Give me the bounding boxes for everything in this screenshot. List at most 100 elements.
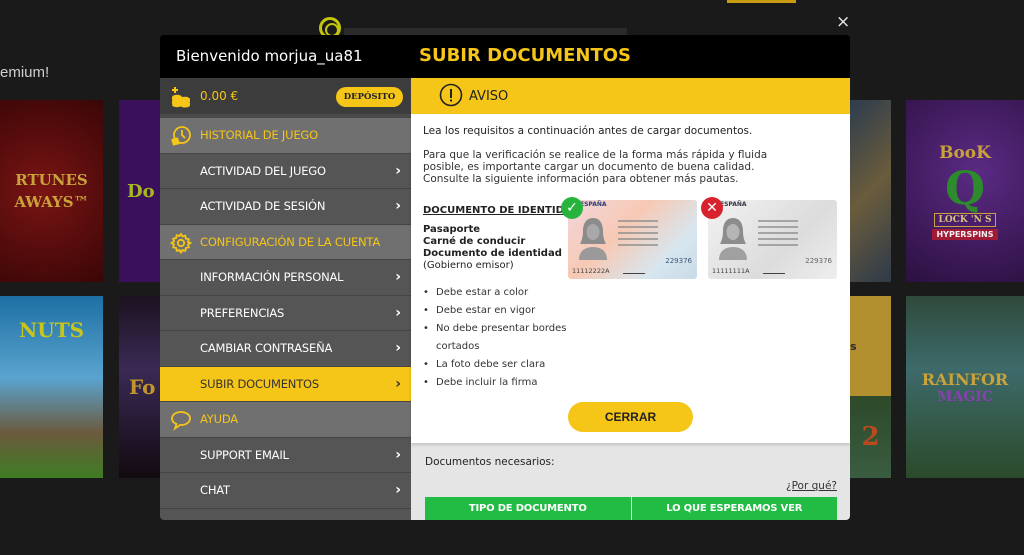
promo-text: emium! [0, 64, 50, 81]
required-docs-table-header: TIPO DE DOCUMENTO LO QUE ESPERAMOS VER [425, 497, 837, 520]
menu-item-chat[interactable]: CHAT › [160, 473, 411, 509]
promo-tile-text: s [850, 339, 857, 353]
close-notice-button[interactable]: CERRAR [568, 402, 693, 432]
menu-item-upload-documents[interactable]: SUBIR DOCUMENTOS › [160, 366, 411, 402]
exclamation-circle-icon [439, 83, 463, 107]
id-number: 11112222A [572, 267, 610, 275]
menu-label: INFORMACIÓN PERSONAL [200, 270, 344, 285]
chevron-right-icon: › [395, 482, 401, 499]
chevron-right-icon: › [395, 375, 401, 392]
modal-header: Bienvenido morjua_ua81 SUBIR DOCUMENTOS [160, 35, 850, 78]
gear-icon [170, 231, 192, 254]
balance-amount: 0.00 € [200, 89, 239, 103]
game-subtitle: MAGIC [936, 388, 993, 405]
menu-item-personal-info[interactable]: INFORMACIÓN PERSONAL › [160, 260, 411, 296]
game-title: BooK [939, 142, 991, 163]
promo-tile[interactable]: s [850, 296, 891, 396]
id-text-lines [618, 220, 658, 250]
menu-item-change-password[interactable]: CAMBIAR CONTRASEÑA › [160, 331, 411, 367]
notice-paragraph: Para que la verificación se realice de l… [423, 149, 768, 185]
chevron-right-icon: › [395, 162, 401, 179]
id-number: 11111111A [712, 267, 750, 275]
requirement-item: Debe estar en vigor [423, 302, 583, 320]
chevron-right-icon: › [395, 446, 401, 463]
close-icon[interactable]: × [836, 14, 850, 31]
clock-history-icon [171, 126, 191, 146]
game-title: Fo [129, 375, 156, 399]
chevron-right-icon: › [395, 269, 401, 286]
column-header-doc-type: TIPO DE DOCUMENTO [425, 497, 631, 520]
doc-type-note: (Gobierno emisor) [423, 260, 514, 271]
menu-label: ACTIVIDAD DEL JUEGO [200, 163, 326, 178]
id-text-lines [758, 220, 798, 250]
id-code: 229376 [665, 257, 692, 265]
chevron-right-icon: › [395, 198, 401, 215]
menu-label: HISTORIAL DE JUEGO [200, 128, 318, 143]
game-tile[interactable]: RAINFOR MAGIC [906, 296, 1024, 478]
menu-label: CONFIGURACIÓN DE LA CUENTA [200, 234, 381, 249]
notice-intro: Lea los requisitos a continuación antes … [423, 125, 753, 137]
id-example-good: ESPAÑA 11112222A 229376 [568, 200, 697, 279]
doc-types: Pasaporte Carné de conducir Documento de… [423, 224, 573, 272]
game-tile[interactable]: BooK Q LOCK 'N S HYPERSPINS [906, 100, 1024, 282]
menu-item-support-email[interactable]: SUPPORT EMAIL › [160, 437, 411, 473]
menu-label: SUPPORT EMAIL [200, 447, 289, 462]
person-silhouette-icon [579, 218, 607, 260]
menu-label: CHAT [200, 483, 230, 498]
id-code: 229376 [805, 257, 832, 265]
game-tag: HYPERSPINS [932, 228, 998, 240]
menu-category-help[interactable]: AYUDA [160, 402, 411, 438]
requirement-item: Debe estar a color [423, 284, 583, 302]
menu-category-game-history[interactable]: HISTORIAL DE JUEGO [160, 118, 411, 154]
game-title: NUTS [18, 318, 85, 342]
person-silhouette-icon [719, 218, 747, 260]
notice-body: Lea los requisitos a continuación antes … [411, 114, 850, 443]
check-icon: ✓ [561, 197, 583, 219]
game-tile[interactable]: NUTS [0, 296, 103, 478]
welcome-text: Bienvenido morjua_ua81 [176, 47, 363, 65]
id-signature [623, 264, 645, 274]
game-tile[interactable]: 2 [850, 396, 891, 478]
game-title: RTUNES [15, 171, 88, 189]
menu-category-account-settings[interactable]: CONFIGURACIÓN DE LA CUENTA [160, 224, 411, 260]
required-docs-label: Documentos necesarios: [425, 456, 555, 468]
game-subtitle: LOCK 'N S [933, 212, 997, 227]
section-title: SUBIR DOCUMENTOS [419, 45, 632, 66]
menu-item-game-activity[interactable]: ACTIVIDAD DEL JUEGO › [160, 153, 411, 189]
menu-label: PREFERENCIAS [200, 305, 285, 320]
game-subtitle: AWAYS™ [14, 193, 89, 211]
chevron-right-icon: › [395, 304, 401, 321]
id-header: ESPAÑA [720, 201, 747, 208]
notice-title: AVISO [469, 89, 509, 104]
doc-type: Documento de identidad [423, 248, 562, 259]
deposit-button[interactable]: DEPÓSITO [336, 87, 403, 107]
page: emium! RTUNES AWAYS™ Do NUTS Fo BooK Q LO… [0, 0, 1024, 555]
why-link[interactable]: ¿Por qué? [786, 480, 837, 492]
game-tile[interactable] [850, 100, 891, 282]
account-sidebar: 0.00 € DEPÓSITO HISTORIAL DE JUEGO ACTIV… [160, 78, 411, 520]
doc-heading: DOCUMENTO DE IDENTIDAD [423, 205, 580, 216]
menu-label: AYUDA [200, 412, 238, 427]
column-header-expected: LO QUE ESPERAMOS VER [630, 497, 837, 520]
menu-item-session-activity[interactable]: ACTIVIDAD DE SESIÓN › [160, 189, 411, 225]
menu-label: ACTIVIDAD DE SESIÓN [200, 199, 326, 214]
menu-label: SUBIR DOCUMENTOS [200, 376, 319, 391]
game-title: 2 [861, 422, 880, 452]
doc-type: Pasaporte [423, 224, 481, 235]
menu-item-preferences[interactable]: PREFERENCIAS › [160, 295, 411, 331]
nav-active-indicator [727, 0, 796, 3]
game-title-letter: Q [944, 160, 986, 215]
notice-header: AVISO [411, 78, 850, 114]
game-tile[interactable]: RTUNES AWAYS™ [0, 100, 103, 282]
game-title: Do [127, 180, 155, 202]
id-signature [763, 264, 785, 274]
requirement-item: Debe incluir la firma [423, 374, 583, 392]
game-title: RAINFOR [921, 369, 1009, 389]
game-tile[interactable]: Fo [119, 296, 164, 478]
x-icon: ✕ [701, 197, 723, 219]
doc-type: Carné de conducir [423, 236, 526, 247]
game-tile[interactable]: Do [119, 100, 164, 282]
requirement-item: No debe presentar bordes cortados [423, 320, 583, 356]
coins-icon [172, 87, 190, 108]
chat-bubble-icon [171, 411, 191, 431]
